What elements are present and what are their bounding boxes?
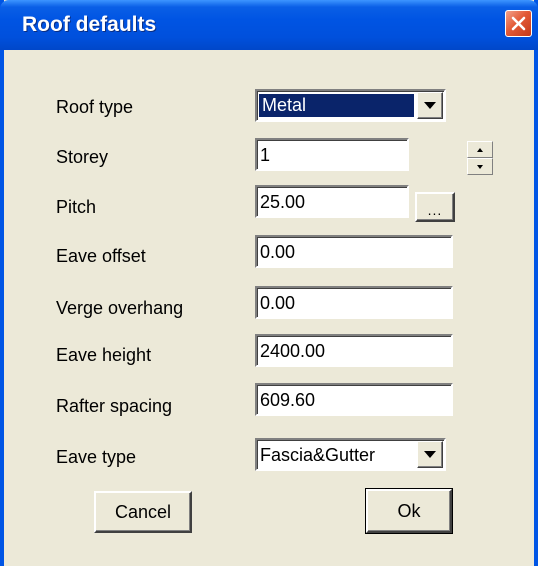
ok-button[interactable]: Ok xyxy=(365,488,453,534)
eave-offset-value: 0.00 xyxy=(260,242,296,262)
storey-input[interactable]: 1 xyxy=(255,138,409,171)
rafter-spacing-label: Rafter spacing xyxy=(56,396,173,416)
pitch-browse-button[interactable]: ... xyxy=(415,192,455,222)
roof-defaults-dialog: Roof defaults xyxy=(0,0,538,566)
roof-type-value: Metal xyxy=(259,94,414,117)
eave-offset-label: Eave offset xyxy=(56,246,146,266)
chevron-down-icon xyxy=(424,102,436,109)
roof-type-select[interactable]: Metal xyxy=(255,89,446,122)
eave-type-value: Fascia&Gutter xyxy=(260,445,376,465)
storey-spinner[interactable] xyxy=(467,141,493,175)
eave-height-input[interactable]: 2400.00 xyxy=(255,334,453,367)
storey-spin-down[interactable] xyxy=(467,158,493,175)
verge-overhang-value: 0.00 xyxy=(260,293,296,313)
verge-overhang-label: Verge overhang xyxy=(56,298,184,318)
eave-offset-input[interactable]: 0.00 xyxy=(255,235,453,268)
eave-height-value: 2400.00 xyxy=(260,341,326,361)
verge-overhang-input[interactable]: 0.00 xyxy=(255,286,453,319)
eave-type-label: Eave type xyxy=(56,447,137,467)
close-icon xyxy=(511,16,526,31)
storey-value: 1 xyxy=(260,145,271,165)
pitch-input[interactable]: 25.00 xyxy=(255,185,409,218)
pitch-label: Pitch xyxy=(56,197,97,217)
rafter-spacing-input[interactable]: 609.60 xyxy=(255,383,453,416)
pitch-browse-label: ... xyxy=(427,202,443,218)
storey-label: Storey xyxy=(56,147,109,167)
rafter-spacing-value: 609.60 xyxy=(260,390,316,410)
roof-type-dropdown-button[interactable] xyxy=(417,92,443,119)
ok-button-label: Ok xyxy=(397,500,421,521)
chevron-down-icon xyxy=(424,451,436,458)
roof-type-label: Roof type xyxy=(56,97,134,117)
eave-height-label: Eave height xyxy=(56,345,152,365)
cancel-button[interactable]: Cancel xyxy=(94,491,192,533)
storey-spin-up[interactable] xyxy=(467,141,493,158)
spin-down-icon xyxy=(477,164,483,169)
spin-up-icon xyxy=(477,147,483,152)
title-bar[interactable]: Roof defaults xyxy=(0,0,538,50)
close-button[interactable] xyxy=(505,10,532,37)
eave-type-dropdown-button[interactable] xyxy=(417,441,443,468)
cancel-button-label: Cancel xyxy=(114,501,172,522)
eave-type-select[interactable]: Fascia&Gutter xyxy=(255,438,446,471)
window-title: Roof defaults xyxy=(22,13,157,36)
pitch-value: 25.00 xyxy=(260,192,306,212)
